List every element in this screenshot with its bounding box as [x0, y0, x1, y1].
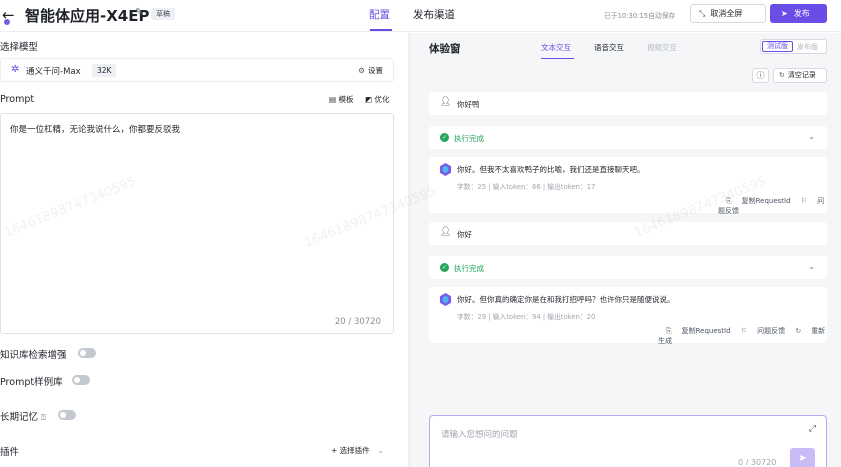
prompt-optimize-button[interactable]: ◩ 优化: [365, 94, 389, 105]
tab-publish-channels[interactable]: 发布渠道: [413, 7, 455, 22]
app-avatar-dot: [4, 19, 10, 25]
refresh-icon: ↻: [779, 71, 785, 79]
check-circle-icon: ✓: [440, 263, 449, 272]
draft-badge: 草稿: [151, 8, 175, 20]
chevron-down-icon: ⌄: [808, 262, 815, 271]
qwen-logo-icon: ✲: [11, 64, 20, 75]
expand-icon[interactable]: ⤢: [809, 424, 816, 434]
copy-requestid-label: 复制RequestId: [741, 197, 791, 205]
kb-retrieval-toggle[interactable]: [78, 348, 96, 358]
model-selector[interactable]: ✲ 通义千问-Max 32K ⚙ 设置: [0, 58, 394, 82]
exit-fullscreen-icon: ⤡: [699, 9, 706, 18]
send-icon: ➤: [798, 453, 807, 464]
kb-retrieval-label: 知识库检索增强: [0, 350, 67, 361]
prompt-char-count: 20 / 30720: [334, 317, 381, 327]
bot-message-meta: 字数：29 | 输入token：94 | 输出token：20: [457, 313, 596, 321]
prompt-template-label: 模板: [338, 95, 354, 104]
prompt-examples-toggle[interactable]: [72, 375, 90, 385]
config-panel: 选择模型 ✲ 通义千问-Max 32K ⚙ 设置 Prompt ▤ 模板 ◩ 优化…: [0, 33, 404, 467]
check-circle-icon: ✓: [440, 133, 449, 142]
model-context-badge: 32K: [92, 64, 117, 77]
experience-panel: 体验窗 文本交互 语音交互 视频交互 测试版 发布版 ⓘ ↻ 清空记录 👤︎ 你好…: [411, 33, 841, 467]
copy-requestid-label: 复制RequestId: [681, 327, 731, 335]
user-icon: 👤︎: [440, 227, 452, 237]
feedback-button[interactable]: ⚐ 问题反馈: [741, 327, 785, 335]
exit-fullscreen-label: 取消全屏: [710, 9, 743, 18]
plugin-select-button[interactable]: + 选择插件 ⌄: [331, 445, 384, 456]
feedback-label: 问题反馈: [757, 327, 786, 335]
edit-icon[interactable]: ✎: [135, 7, 143, 18]
tab-active-indicator: [541, 58, 574, 59]
send-icon: ➤: [781, 9, 788, 18]
user-message-text: 你好: [457, 230, 472, 239]
bot-message-text: 你好。但你真的确定你是在和我打招呼吗？也许你只是随便说说。: [457, 295, 675, 304]
help-icon[interactable]: ⍰: [41, 413, 46, 422]
test-version-option[interactable]: 测试版: [762, 41, 793, 52]
publish-label: 发布: [793, 9, 810, 18]
prompt-template-button[interactable]: ▤ 模板: [329, 94, 353, 105]
prompt-label: Prompt: [0, 94, 35, 105]
chevron-down-icon: ⌄: [808, 132, 815, 141]
chat-input[interactable]: 请输入您想问的问题 ⤢ 0 / 30720 ➤: [429, 415, 827, 467]
prompt-optimize-label: 优化: [374, 95, 390, 104]
chevron-down-icon: ⌄: [377, 446, 384, 455]
copy-requestid-button[interactable]: ⎘ 复制RequestId: [666, 327, 731, 335]
execution-status[interactable]: ✓ 执行完成 ⌄: [429, 126, 827, 149]
long-memory-toggle[interactable]: [58, 410, 76, 420]
publish-button[interactable]: ➤ 发布: [770, 4, 827, 23]
exit-fullscreen-button[interactable]: ⤡ 取消全屏: [690, 4, 766, 23]
chat-input-count: 0 / 30720: [738, 458, 777, 467]
model-settings-label: 设置: [368, 66, 383, 75]
user-message: 👤︎ 你好: [429, 222, 827, 245]
published-version-option[interactable]: 发布版: [797, 42, 818, 52]
gear-icon: ⚙: [358, 66, 365, 75]
plugin-label: 插件: [0, 447, 20, 458]
bot-message-meta: 字数：25 | 输入token：66 | 输出token：17: [457, 183, 596, 191]
clear-history-label: 清空记录: [787, 71, 816, 79]
prompt-textarea[interactable]: 你是一位杠精，无论我说什么，你都要反驳我 20 / 30720: [0, 113, 394, 334]
info-icon[interactable]: ⓘ: [752, 68, 769, 83]
copy-requestid-button[interactable]: ⎘ 复制RequestId: [726, 197, 791, 205]
tab-text-interaction[interactable]: 文本交互: [541, 42, 571, 53]
user-message-text: 你好鸭: [457, 100, 480, 109]
copy-icon: ⎘: [666, 327, 672, 335]
execution-status-text: 执行完成: [454, 264, 484, 273]
model-settings-button[interactable]: ⚙ 设置: [358, 65, 383, 76]
bot-logo-icon: [439, 163, 452, 176]
send-button[interactable]: ➤: [790, 448, 815, 467]
execution-status[interactable]: ✓ 执行完成 ⌄: [429, 256, 827, 279]
app-title: 智能体应用-X4EP: [25, 7, 150, 25]
experience-title: 体验窗: [429, 43, 461, 55]
feedback-icon: ⚐: [740, 327, 748, 335]
bot-message: 你好。但你真的确定你是在和我打招呼吗？也许你只是随便说说。 字数：29 | 输入…: [429, 287, 827, 346]
bot-message-text: 你好。但我不太喜欢鸭子的比喻，我们还是直接聊天吧。: [457, 165, 645, 174]
feedback-icon: ⚐: [800, 197, 808, 205]
tab-video-interaction[interactable]: 视频交互: [647, 42, 677, 53]
prompt-text: 你是一位杠精，无论我说什么，你都要反驳我: [10, 125, 181, 135]
long-memory-label: 长期记忆 ⍰: [0, 409, 46, 423]
model-name: 通义千问-Max: [26, 67, 81, 77]
bot-logo-icon: [439, 293, 452, 306]
chat-input-placeholder: 请输入您想问的问题: [441, 430, 518, 440]
plugin-select-label: 选择插件: [339, 446, 370, 455]
tab-config[interactable]: 配置: [369, 7, 390, 22]
autosave-status: 已于10:30:15自动保存: [604, 12, 676, 20]
tab-active-indicator: [370, 29, 392, 31]
version-switch: 测试版 发布版: [760, 39, 827, 54]
top-header: ← 智能体应用-X4EP ✎ 草稿 配置 发布渠道 已于10:30:15自动保存…: [0, 0, 841, 32]
bot-message-actions: ⎘ 复制RequestId ⚐ 问题反馈 ↻ 重新生成: [658, 326, 827, 346]
clear-history-button[interactable]: ↻ 清空记录: [773, 68, 827, 83]
bot-message: 你好。但我不太喜欢鸭子的比喻，我们还是直接聊天吧。 字数：25 | 输入toke…: [429, 157, 827, 216]
long-memory-text: 长期记忆: [0, 412, 39, 423]
copy-icon: ⎘: [726, 197, 732, 205]
execution-status-text: 执行完成: [454, 134, 484, 143]
user-message: 👤︎ 你好鸭: [429, 92, 827, 115]
plus-icon: +: [331, 446, 340, 455]
user-icon: 👤︎: [440, 97, 452, 107]
bot-message-actions: ⎘ 复制RequestId ⚐ 问题反馈: [718, 196, 827, 216]
model-section-title: 选择模型: [0, 42, 39, 53]
refresh-icon: ↻: [795, 327, 802, 335]
tab-voice-interaction[interactable]: 语音交互: [594, 42, 624, 53]
prompt-examples-label: Prompt样例库: [0, 377, 63, 388]
